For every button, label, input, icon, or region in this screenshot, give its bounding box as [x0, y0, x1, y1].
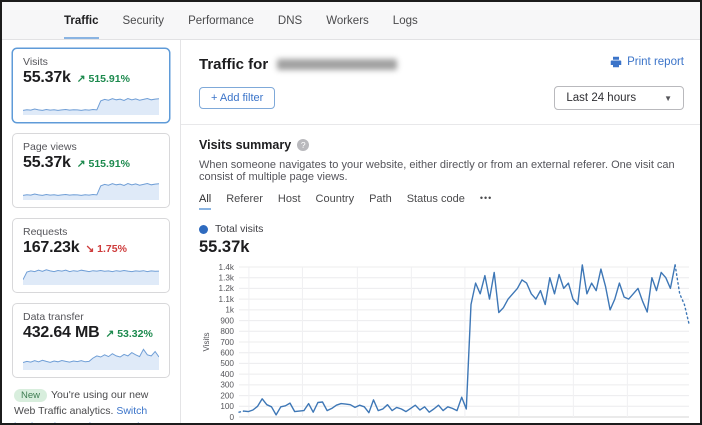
trend-up-indicator: ↗ 53.32% — [105, 328, 152, 340]
svg-text:300: 300 — [220, 381, 234, 390]
section-title: Visits summary — [199, 138, 291, 152]
new-analytics-notice: NewYou're using our new Web Traffic anal… — [12, 388, 170, 425]
svg-text:09 AM: 09 AM — [562, 422, 585, 423]
trend-down-icon: ↘ — [85, 243, 94, 255]
time-range-value: Last 24 hours — [566, 92, 636, 104]
svg-text:800: 800 — [220, 327, 234, 336]
metric-delta: 1.75% — [97, 243, 127, 255]
tab-referer[interactable]: Referer — [226, 193, 263, 210]
trend-up-indicator: ↗ 515.91% — [77, 73, 130, 85]
svg-text:1.4k: 1.4k — [219, 263, 235, 272]
svg-text:600: 600 — [220, 349, 234, 358]
chevron-down-icon: ▼ — [664, 94, 672, 103]
metrics-sidebar: Visits 55.37k ↗ 515.91% Page views 55.37… — [2, 40, 180, 423]
svg-text:200: 200 — [220, 391, 234, 400]
svg-text:December: December — [392, 422, 430, 423]
requests-sparkline — [23, 259, 159, 285]
svg-text:1.3k: 1.3k — [219, 274, 235, 283]
svg-text:400: 400 — [220, 370, 234, 379]
metric-value: 167.23k — [23, 239, 79, 257]
main-panel: Traffic for Print report + Add filter La… — [180, 40, 700, 423]
chart-legend: Total visits — [199, 223, 686, 235]
svg-text:500: 500 — [220, 359, 234, 368]
tab-status-code[interactable]: Status code — [407, 193, 465, 210]
metric-delta: 515.91% — [88, 73, 129, 85]
section-description: When someone navigates to your website, … — [199, 159, 686, 183]
tab-all[interactable]: All — [199, 193, 211, 210]
svg-text:12 PM: 12 PM — [616, 422, 640, 423]
nav-tab-dns[interactable]: DNS — [278, 2, 302, 39]
metric-value: 432.64 MB — [23, 324, 99, 342]
metric-card-requests[interactable]: Requests 167.23k ↘ 1.75% — [12, 218, 170, 293]
svg-text:1.2k: 1.2k — [219, 284, 235, 293]
legend-label: Total visits — [215, 223, 263, 235]
metric-card-page-views[interactable]: Page views 55.37k ↗ 515.91% — [12, 133, 170, 208]
nav-tab-workers[interactable]: Workers — [326, 2, 369, 39]
svg-text:09 PM: 09 PM — [346, 422, 370, 423]
total-visits-value: 55.37k — [199, 238, 686, 257]
page-views-sparkline — [23, 174, 159, 200]
svg-text:06 AM: 06 AM — [507, 422, 530, 423]
svg-text:100: 100 — [220, 402, 234, 411]
analytics-dashboard: Traffic Security Performance DNS Workers… — [0, 0, 702, 425]
svg-text:1.1k: 1.1k — [219, 295, 235, 304]
trend-down-indicator: ↘ 1.75% — [85, 243, 127, 255]
summary-dimension-tabs: All Referer Host Country Path Status cod… — [199, 193, 686, 210]
metric-label: Data transfer — [23, 311, 159, 323]
metric-card-visits[interactable]: Visits 55.37k ↗ 515.91% — [12, 48, 170, 123]
site-domain-redacted — [277, 59, 397, 70]
visits-summary-section: Visits summary ? When someone navigates … — [181, 125, 700, 423]
nav-tab-performance[interactable]: Performance — [188, 2, 254, 39]
new-badge: New — [14, 389, 47, 402]
time-range-dropdown[interactable]: Last 24 hours ▼ — [554, 86, 684, 110]
tab-host[interactable]: Host — [278, 193, 301, 210]
metric-label: Visits — [23, 56, 159, 68]
trend-up-icon: ↗ — [105, 328, 114, 340]
metric-delta: 53.32% — [117, 328, 153, 340]
svg-text:1k: 1k — [225, 306, 235, 315]
print-report-label: Print report — [627, 56, 684, 68]
metric-label: Page views — [23, 141, 159, 153]
page-title-text: Traffic for — [199, 56, 268, 73]
top-navigation: Traffic Security Performance DNS Workers… — [2, 2, 700, 40]
svg-text:700: 700 — [220, 338, 234, 347]
svg-text:0: 0 — [229, 413, 234, 422]
legend-dot-icon — [199, 225, 208, 234]
metric-value: 55.37k — [23, 154, 71, 172]
printer-icon — [610, 56, 622, 68]
page-title: Traffic for — [199, 56, 397, 73]
nav-tab-traffic[interactable]: Traffic — [64, 2, 99, 39]
add-filter-button[interactable]: + Add filter — [199, 87, 275, 109]
print-report-link[interactable]: Print report — [610, 56, 684, 68]
visits-line-chart[interactable]: 01002003004005006007008009001k1.1k1.2k1.… — [199, 261, 697, 423]
tab-country[interactable]: Country — [316, 193, 355, 210]
filter-row: + Add filter Last 24 hours ▼ — [181, 73, 700, 125]
tab-path[interactable]: Path — [369, 193, 392, 210]
svg-text:06 PM: 06 PM — [291, 422, 315, 423]
help-icon[interactable]: ? — [297, 139, 309, 151]
nav-tab-logs[interactable]: Logs — [393, 2, 418, 39]
svg-text:900: 900 — [220, 316, 234, 325]
content-area: Visits 55.37k ↗ 515.91% Page views 55.37… — [2, 40, 700, 423]
trend-up-icon: ↗ — [77, 158, 86, 170]
visits-sparkline — [23, 89, 159, 115]
main-header: Traffic for Print report — [181, 40, 700, 73]
svg-text:03 AM: 03 AM — [453, 422, 476, 423]
metric-delta: 515.91% — [88, 158, 129, 170]
svg-text:Visits: Visits — [202, 333, 211, 352]
metric-label: Requests — [23, 226, 159, 238]
trend-up-icon: ↗ — [77, 73, 86, 85]
svg-text:03 PM: 03 PM — [237, 422, 261, 423]
nav-tab-security[interactable]: Security — [123, 2, 165, 39]
more-tabs-icon[interactable]: ••• — [480, 193, 492, 210]
metric-value: 55.37k — [23, 69, 71, 87]
data-transfer-sparkline — [23, 344, 159, 370]
trend-up-indicator: ↗ 515.91% — [77, 158, 130, 170]
metric-card-data-transfer[interactable]: Data transfer 432.64 MB ↗ 53.32% — [12, 303, 170, 378]
